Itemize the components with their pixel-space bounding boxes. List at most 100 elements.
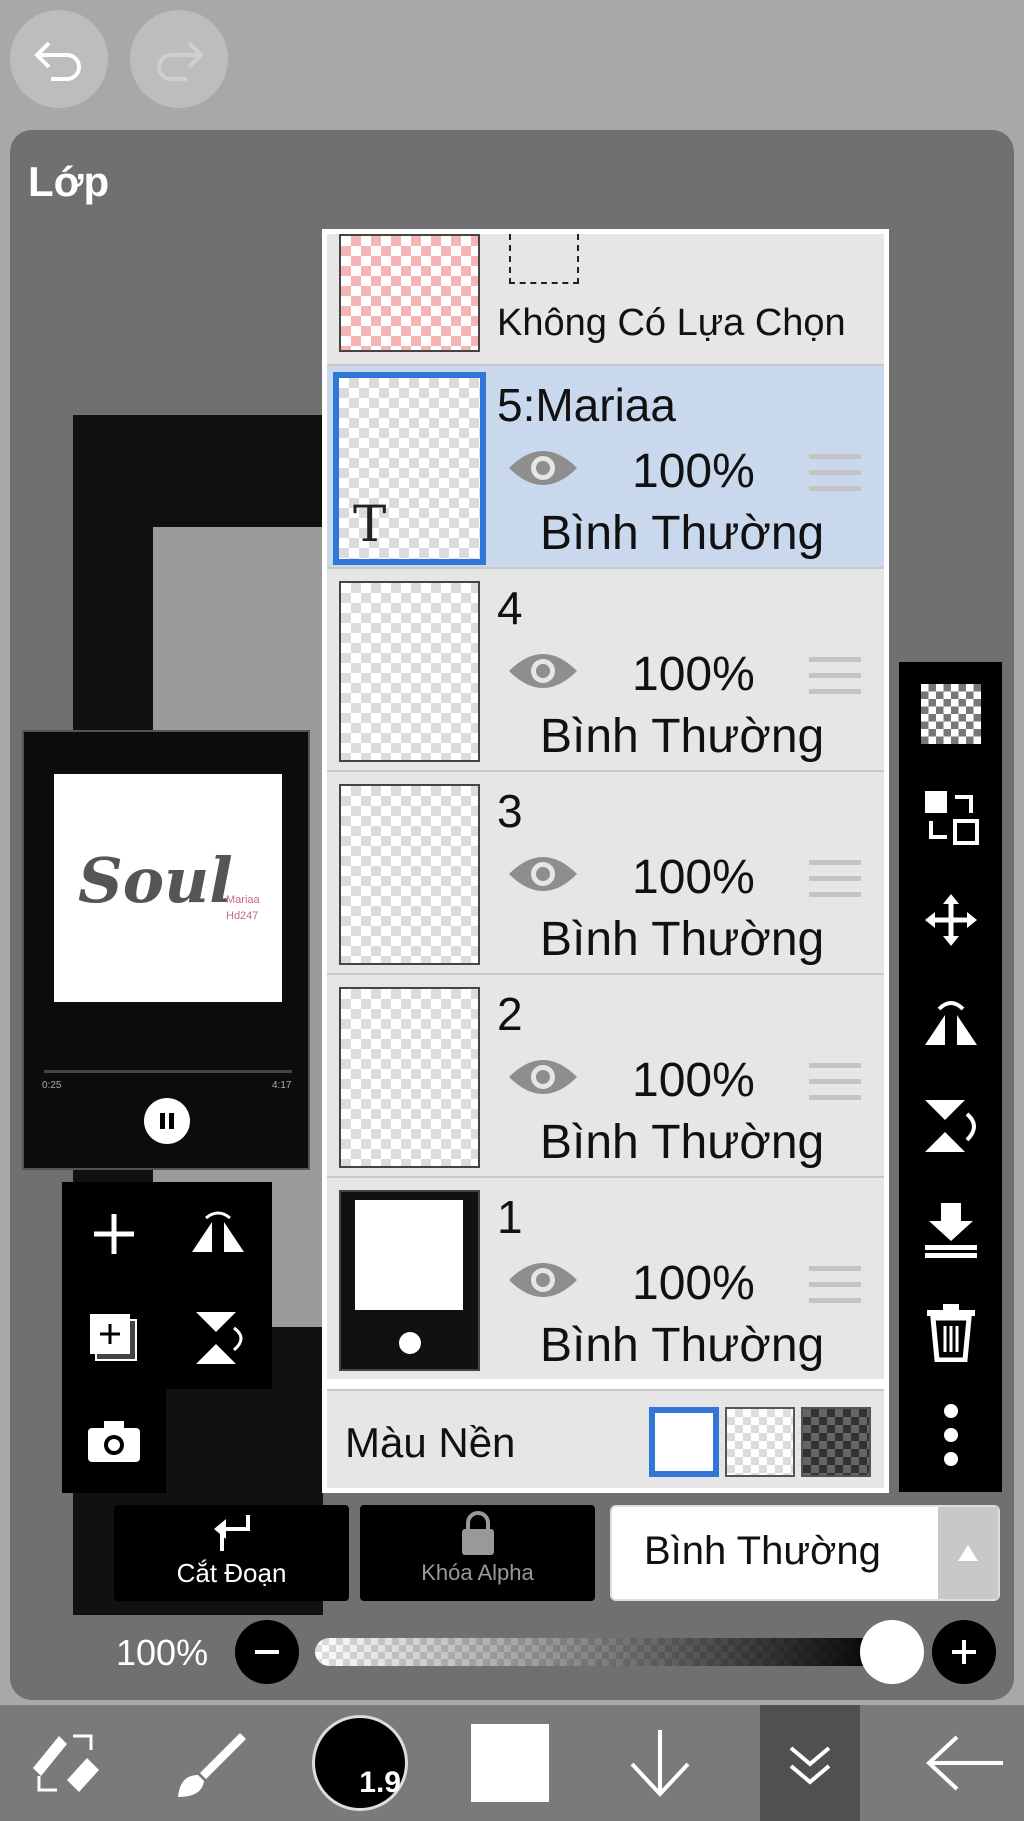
opacity-slider[interactable]: [315, 1638, 890, 1666]
swap-button[interactable]: [899, 765, 1002, 868]
more-vertical-icon: [943, 1403, 958, 1466]
layer-opacity: 100%: [632, 648, 755, 701]
opacity-decrease-button[interactable]: [235, 1620, 299, 1684]
delete-layer-button[interactable]: [899, 1280, 1002, 1383]
layer-opacity: 100%: [632, 1054, 755, 1107]
selection-layer[interactable]: Không Có Lựa Chọn: [327, 234, 884, 364]
layer-thumb: [339, 1190, 480, 1371]
add-layer-button[interactable]: [62, 1182, 166, 1286]
drag-handle-icon[interactable]: [809, 1063, 861, 1111]
selection-label: Không Có Lựa Chọn: [497, 302, 846, 344]
preview-time-start: 0:25: [42, 1080, 62, 1091]
bg-dark-swatch[interactable]: [801, 1407, 871, 1477]
layer-opacity: 100%: [632, 851, 755, 904]
color-button[interactable]: [460, 1705, 560, 1821]
layer-opacity: 100%: [632, 445, 755, 498]
brush-size-button[interactable]: 1.9: [305, 1705, 415, 1821]
preview-art-title: Soul: [78, 844, 233, 917]
preview-art-sub2: Hd247: [226, 910, 259, 922]
layer-name: 2: [497, 988, 523, 1040]
color-swatch: [471, 1724, 549, 1802]
visibility-eye-icon[interactable]: [507, 850, 579, 903]
layer-thumb: T: [333, 372, 486, 565]
redo-button[interactable]: [130, 10, 228, 108]
left-tool-panel-2: [62, 1389, 166, 1493]
move-icon: [924, 893, 977, 946]
flip-v-button[interactable]: [899, 1074, 1002, 1177]
layer-blend-mode: Bình Thường: [540, 913, 825, 966]
text-layer-icon: T: [353, 495, 387, 553]
merge-down-button[interactable]: [899, 1177, 1002, 1280]
layer-opacity: 100%: [632, 1257, 755, 1310]
layer-blend-mode: Bình Thường: [540, 1116, 825, 1169]
preview-play-icon: [144, 1098, 190, 1144]
panel-title: Lớp: [28, 158, 110, 205]
undo-button[interactable]: [10, 10, 108, 108]
selection-marquee-icon: [509, 234, 579, 284]
flip-vertical-button[interactable]: [166, 1286, 270, 1390]
clipping-button[interactable]: Cắt Đoạn: [114, 1505, 349, 1601]
clipping-label: Cắt Đoạn: [176, 1558, 287, 1588]
visibility-eye-icon[interactable]: [507, 1256, 579, 1309]
visibility-eye-icon[interactable]: [507, 444, 579, 497]
camera-import-button[interactable]: [62, 1389, 166, 1493]
drag-handle-icon[interactable]: [809, 454, 861, 502]
swap-icon: [924, 790, 979, 845]
flip-horizontal-button[interactable]: [166, 1182, 270, 1286]
bg-transparent-swatch[interactable]: [725, 1407, 795, 1477]
trash-icon: [926, 1303, 975, 1362]
preview-art-sub: Mariaa: [226, 894, 260, 906]
brush-button[interactable]: [150, 1705, 270, 1821]
double-chevron-down-icon: [789, 1746, 831, 1785]
layer-down-button[interactable]: [610, 1705, 710, 1821]
alpha-lock-button[interactable]: Khóa Alpha: [360, 1505, 595, 1601]
preview-artwork: Soul Mariaa Hd247: [54, 774, 282, 1002]
transparency-button[interactable]: [899, 662, 1002, 765]
layer-row[interactable]: T 5:Mariaa 100% Bình Thường: [327, 364, 884, 567]
drag-handle-icon[interactable]: [809, 1266, 861, 1314]
flip-vertical-icon: [196, 1312, 243, 1364]
back-button[interactable]: [910, 1705, 1020, 1821]
flip-horizontal-icon: [924, 1000, 977, 1045]
layer-row[interactable]: 2 100% Bình Thường: [327, 973, 884, 1176]
flip-horizontal-icon: [192, 1211, 244, 1252]
layer-name: 4: [497, 582, 523, 634]
duplicate-layer-button[interactable]: [62, 1286, 166, 1390]
camera-icon: [88, 1421, 140, 1462]
opacity-value: 100%: [116, 1632, 209, 1673]
left-tool-panel: [62, 1182, 272, 1389]
brush-size-icon: 1.9: [312, 1715, 408, 1811]
layer-thumb: [339, 581, 480, 762]
bottom-toolbar: 1.9: [0, 1705, 1024, 1821]
checker-icon: [920, 683, 981, 744]
move-button[interactable]: [899, 868, 1002, 971]
layer-row[interactable]: 1 100% Bình Thường: [327, 1176, 884, 1379]
more-options-button[interactable]: [899, 1383, 1002, 1486]
layer-blend-mode: Bình Thường: [540, 1319, 825, 1372]
flip-h-button[interactable]: [899, 971, 1002, 1074]
background-label: Màu Nền: [345, 1419, 516, 1466]
tool-select-button[interactable]: [10, 1705, 120, 1821]
brush-icon: [178, 1733, 246, 1797]
layer-name: 3: [497, 785, 523, 837]
opacity-slider-knob[interactable]: [860, 1620, 924, 1684]
layer-row[interactable]: 4 100% Bình Thường: [327, 567, 884, 770]
brush-size-value: 1.9: [359, 1766, 401, 1799]
layer-list: Không Có Lựa Chọn T 5:Mariaa 100% Bình T…: [322, 229, 889, 1493]
reference-preview[interactable]: Soul Mariaa Hd247 0:25 4:17: [22, 730, 310, 1170]
layer-name: 1: [497, 1191, 523, 1243]
bg-white-swatch[interactable]: [649, 1407, 719, 1477]
visibility-eye-icon[interactable]: [507, 1053, 579, 1106]
plus-icon: [94, 1214, 134, 1254]
blend-mode-value: Bình Thường: [644, 1529, 881, 1573]
preview-time-end: 4:17: [272, 1080, 292, 1091]
drag-handle-icon[interactable]: [809, 657, 861, 705]
blend-mode-select[interactable]: Bình Thường: [610, 1505, 1000, 1601]
layer-row[interactable]: 3 100% Bình Thường: [327, 770, 884, 973]
layer-thumb: [339, 987, 480, 1168]
layer-thumb: [339, 784, 480, 965]
layers-button[interactable]: [760, 1705, 860, 1821]
drag-handle-icon[interactable]: [809, 860, 861, 908]
opacity-increase-button[interactable]: [932, 1620, 996, 1684]
visibility-eye-icon[interactable]: [507, 647, 579, 700]
